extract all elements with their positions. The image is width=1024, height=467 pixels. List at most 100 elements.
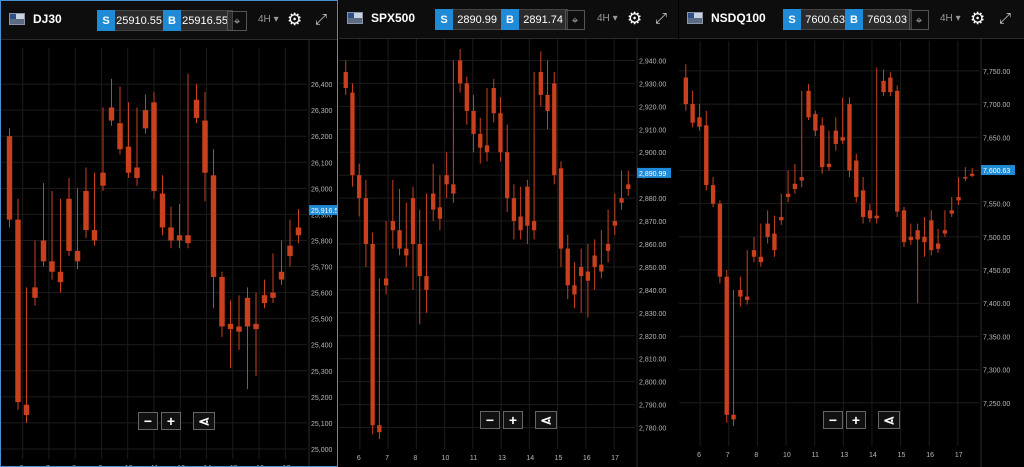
candle-body <box>108 107 115 121</box>
y-tick-label: 2,840.00 <box>639 288 666 295</box>
settings-gear-icon[interactable]: ⚙ <box>970 9 985 29</box>
candle-body <box>134 167 140 178</box>
candle-body <box>176 235 183 241</box>
chart-panel-dj30[interactable]: DJ30 S 25910.55 B 25916.55 ⌖ 4H ▾ ⚙ ⤢ 25… <box>0 0 338 467</box>
buy-price: 2891.74 <box>519 9 568 30</box>
candle-body <box>219 276 225 327</box>
sell-tag: S <box>97 10 115 31</box>
price-chart[interactable]: 25,000 25,100 25,200 25,300 25,400 25,500 25,6… <box>1 40 338 467</box>
sell-price-button[interactable]: S 25910.55 <box>97 10 167 31</box>
zoom-out-button[interactable]: − <box>138 412 158 430</box>
x-tick-label: 15 <box>555 455 563 462</box>
share-button[interactable]: ⋖ <box>878 411 900 429</box>
y-tick-label: 26,000 <box>311 186 333 193</box>
x-tick-label: 7 <box>385 455 389 462</box>
panel-header: DJ30 S 25910.55 B 25916.55 ⌖ 4H ▾ ⚙ ⤢ <box>1 1 337 40</box>
instrument-symbol: NSDQ100 <box>711 11 766 25</box>
candle-body <box>854 160 859 198</box>
y-tick-label: 2,800.00 <box>639 380 666 387</box>
x-tick-label: 14 <box>526 455 534 462</box>
interval-dropdown[interactable]: 4H ▾ <box>940 13 961 24</box>
candle-body <box>151 102 157 191</box>
candle-body <box>66 198 72 251</box>
zoom-in-button[interactable]: + <box>161 412 181 430</box>
zoom-in-button[interactable]: + <box>846 411 866 429</box>
y-tick-label: 26,100 <box>311 160 333 167</box>
candle-body <box>888 77 893 93</box>
candle-body <box>491 88 496 114</box>
expand-icon[interactable]: ⤢ <box>999 10 1011 28</box>
share-button[interactable]: ⋖ <box>535 411 557 429</box>
price-chart[interactable]: 2,780.00 2,790.00 2,800.00 2,810.00 2,820.00… <box>339 39 678 467</box>
candle-body <box>799 177 804 181</box>
candle-body <box>40 240 47 262</box>
candle-body <box>236 326 242 332</box>
candle-body <box>417 244 422 277</box>
candle-body <box>125 146 132 173</box>
price-chart[interactable]: 7,250.00 7,300.00 7,350.00 7,400.00 7,450.00… <box>679 39 1024 467</box>
crosshair-button[interactable]: ⌖ <box>565 10 585 30</box>
candle-body <box>57 271 64 283</box>
share-icon: ⋖ <box>540 411 552 428</box>
settings-gear-icon[interactable]: ⚙ <box>287 10 302 30</box>
expand-icon[interactable]: ⤢ <box>315 11 327 29</box>
y-tick-label: 2,860.00 <box>639 242 666 249</box>
buy-price-button[interactable]: B 2891.74 <box>501 9 568 30</box>
candle-body <box>847 104 852 171</box>
buy-price-button[interactable]: B 7603.03 <box>845 9 912 30</box>
zoom-out-button[interactable]: − <box>823 411 843 429</box>
x-tick-label: 13 <box>498 455 506 462</box>
crosshair-button[interactable]: ⌖ <box>227 11 247 31</box>
candle-body <box>826 163 832 168</box>
candle-body <box>683 77 688 105</box>
sell-price-button[interactable]: S 2890.99 <box>435 9 502 30</box>
candle-body <box>15 219 21 403</box>
y-tick-label: 7,300.00 <box>983 368 1010 375</box>
candle-body <box>779 216 784 221</box>
candle-body <box>261 295 268 304</box>
candle-body <box>772 233 777 251</box>
crosshair-icon: ⌖ <box>233 13 241 28</box>
y-tick-label: 7,400.00 <box>983 301 1010 308</box>
zoom-in-button[interactable]: + <box>503 411 523 429</box>
sell-price-button[interactable]: S 7600.63 <box>783 9 850 30</box>
panel-header: SPX500 S 2890.99 B 2891.74 ⌖ 4H ▾ ⚙ ⤢ <box>339 0 678 39</box>
x-tick-label: 8 <box>413 455 417 462</box>
chart-panel-spx500[interactable]: SPX500 S 2890.99 B 2891.74 ⌖ 4H ▾ ⚙ ⤢ 2,… <box>339 0 678 467</box>
share-button[interactable]: ⋖ <box>193 412 215 430</box>
candle-body <box>820 125 825 168</box>
candle-body <box>390 221 395 231</box>
y-tick-label: 7,750.00 <box>983 69 1010 76</box>
candle-body <box>806 90 811 118</box>
sell-tag: S <box>435 9 453 30</box>
expand-icon[interactable]: ⤢ <box>655 10 667 28</box>
zoom-out-button[interactable]: − <box>480 411 500 429</box>
x-tick-label: 10 <box>442 455 450 462</box>
chart-panel-nsdq100[interactable]: NSDQ100 S 7600.63 B 7603.03 ⌖ 4H ▾ ⚙ ⤢ 7… <box>679 0 1024 467</box>
sell-price: 7600.63 <box>801 9 850 30</box>
candle-body <box>690 104 695 123</box>
candle-body <box>363 198 369 244</box>
sell-price: 25910.55 <box>115 10 167 31</box>
x-tick-label: 14 <box>869 452 877 459</box>
settings-gear-icon[interactable]: ⚙ <box>627 9 642 29</box>
interval-dropdown[interactable]: 4H ▾ <box>597 13 618 24</box>
candle-body <box>278 271 285 280</box>
candle-body <box>23 404 30 416</box>
candle-body <box>860 190 866 217</box>
candle-body <box>397 230 402 249</box>
candle-body <box>840 137 845 141</box>
buy-price-button[interactable]: B 25916.55 <box>163 10 233 31</box>
interval-dropdown[interactable]: 4H ▾ <box>258 14 279 25</box>
candle-body <box>270 292 276 298</box>
candle-body <box>210 175 217 277</box>
x-tick-label: 15 <box>898 452 906 459</box>
crosshair-button[interactable]: ⌖ <box>909 10 929 30</box>
x-tick-label: 11 <box>470 455 477 462</box>
candle-body <box>117 123 123 150</box>
x-tick-label: 17 <box>955 452 963 459</box>
buy-price: 7603.03 <box>863 9 912 30</box>
interval-label: 4H <box>940 13 953 24</box>
candle-body <box>970 173 975 176</box>
candle-body <box>168 227 174 241</box>
